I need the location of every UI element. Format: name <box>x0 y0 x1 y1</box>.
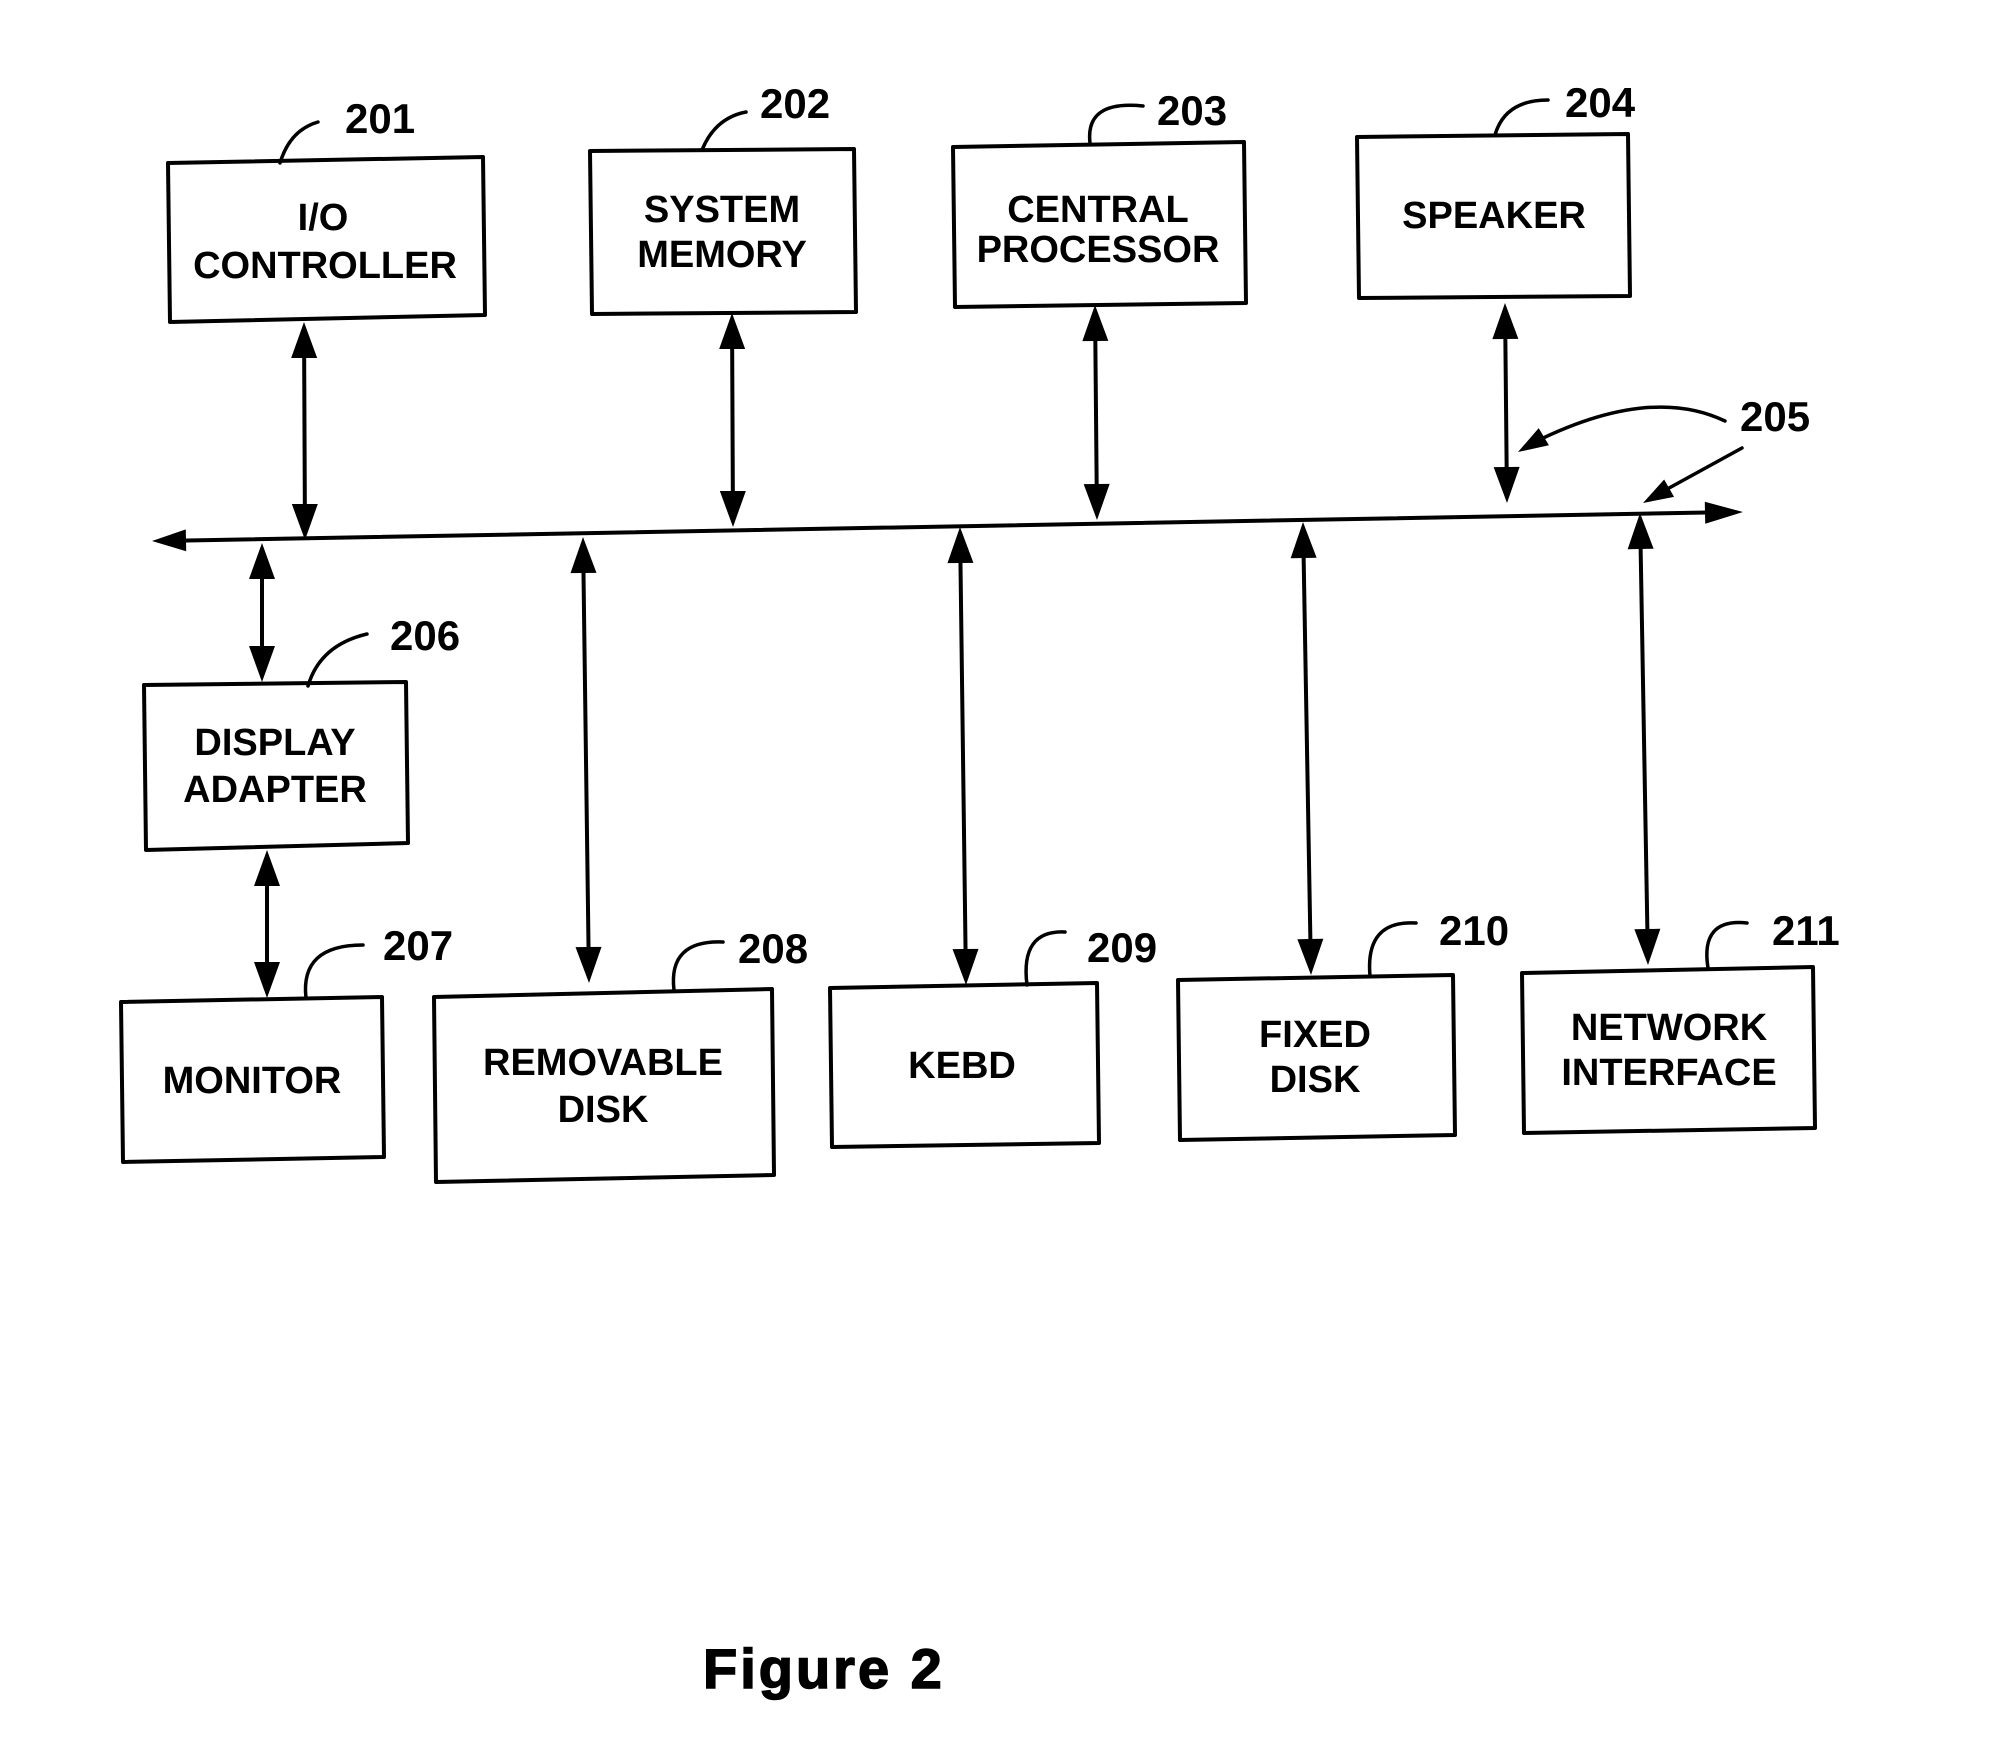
component-keyboard: 209 KEBD <box>828 924 1157 1149</box>
connection-arrowhead-fixed-disk-end <box>1297 938 1324 975</box>
io-controller-label-line-2: CONTROLLER <box>193 245 457 287</box>
central-processor-label-line-1: CENTRAL <box>1007 189 1189 231</box>
removable-disk-label-line-1: REMOVABLE <box>483 1042 723 1084</box>
component-removable-disk: 208 REMOVABLE DISK <box>432 925 808 1184</box>
speaker-reference-number: 204 <box>1565 79 1636 126</box>
system-memory-reference-number: 202 <box>760 80 830 127</box>
network-interface-reference-number: 211 <box>1772 907 1840 954</box>
display-adapter-label-line-2: ADAPTER <box>183 769 367 811</box>
fixed-disk-label-line-1: FIXED <box>1259 1014 1371 1056</box>
removable-disk-leader <box>671 940 725 992</box>
fixed-disk-leader <box>1367 921 1418 978</box>
connection-line-speaker <box>1503 332 1509 474</box>
connection-arrowhead-io-controller-start <box>291 322 318 359</box>
io-controller-label-line-1: I/O <box>298 197 349 239</box>
connection-line-network-interface <box>1638 542 1650 936</box>
removable-disk-box <box>432 987 776 1184</box>
connections <box>249 303 1661 998</box>
speaker-leader <box>1493 98 1550 137</box>
io-controller-leader <box>278 120 320 165</box>
keyboard-leader <box>1024 930 1067 987</box>
connection-line-fixed-disk <box>1301 551 1313 946</box>
component-central-processor: 203 CENTRAL PROCESSOR <box>951 87 1248 309</box>
bus-leader-arrowhead <box>1518 428 1549 452</box>
io-controller-reference-number: 201 <box>345 95 415 142</box>
system-bus: 205 <box>152 393 1810 552</box>
system-memory-box <box>588 147 858 316</box>
monitor-reference-number: 207 <box>383 922 453 969</box>
system-memory-label-line-2: MEMORY <box>637 234 807 276</box>
connection-line-central-processor <box>1093 334 1099 491</box>
connection-arrowhead-monitor-start <box>254 850 280 886</box>
display-adapter-leader <box>306 632 369 688</box>
removable-disk-label-line-2: DISK <box>558 1089 649 1131</box>
system-block-diagram: 205 201 I/O CONTROLLER 202 SYSTEM MEMORY… <box>119 79 1840 1701</box>
component-display-adapter: 206 DISPLAY ADAPTER <box>142 612 460 852</box>
central-processor-label-line-2: PROCESSOR <box>977 229 1220 271</box>
component-speaker: 204 SPEAKER <box>1355 79 1636 300</box>
network-interface-label-line-1: NETWORK <box>1571 1007 1768 1049</box>
connection-arrowhead-display-adapter-end <box>249 646 275 682</box>
keyboard-reference-number: 209 <box>1087 924 1157 971</box>
connection-arrowhead-display-adapter-start <box>249 543 275 579</box>
connection-arrowhead-speaker-start <box>1492 303 1519 340</box>
central-processor-leader <box>1087 103 1145 145</box>
component-io-controller: 201 I/O CONTROLLER <box>166 95 487 324</box>
display-adapter-box <box>142 680 410 852</box>
component-network-interface: 211 NETWORK INTERFACE <box>1520 907 1840 1135</box>
fixed-disk-box <box>1176 973 1457 1142</box>
network-interface-leader <box>1705 920 1749 970</box>
connection-line-io-controller <box>302 351 307 511</box>
component-fixed-disk: 210 FIXED DISK <box>1176 907 1509 1142</box>
system-memory-leader <box>700 110 748 152</box>
monitor-leader <box>303 943 365 1000</box>
connection-arrowhead-network-interface-start <box>1627 513 1654 550</box>
bus-leader-straight <box>1658 446 1744 495</box>
connection-arrowhead-removable-disk-end <box>575 946 602 983</box>
network-interface-box <box>1520 965 1817 1135</box>
fixed-disk-label-line-2: DISK <box>1270 1059 1361 1101</box>
connection-arrowhead-central-processor-start <box>1082 305 1109 342</box>
removable-disk-reference-number: 208 <box>738 925 808 972</box>
monitor-label-line-1: MONITOR <box>163 1060 342 1102</box>
connection-arrowhead-removable-disk-start <box>570 537 597 574</box>
fixed-disk-reference-number: 210 <box>1439 907 1509 954</box>
connection-arrowhead-system-memory-start <box>719 313 746 350</box>
bus-reference-number: 205 <box>1740 393 1810 440</box>
connection-arrowhead-central-processor-end <box>1083 483 1110 520</box>
connection-line-removable-disk <box>581 566 591 954</box>
speaker-label-line-1: SPEAKER <box>1402 195 1586 237</box>
connection-arrowhead-system-memory-end <box>719 490 746 527</box>
bus-leader-arrowhead <box>1643 479 1675 503</box>
connection-arrowhead-network-interface-end <box>1634 928 1661 965</box>
display-adapter-label-line-1: DISPLAY <box>194 722 355 764</box>
bus-arrowhead-left <box>152 529 187 552</box>
display-adapter-reference-number: 206 <box>390 612 460 659</box>
network-interface-label-line-2: INTERFACE <box>1561 1052 1776 1094</box>
bus-line <box>158 510 1737 543</box>
figure-caption: Figure 2 <box>703 1637 945 1700</box>
component-system-memory: 202 SYSTEM MEMORY <box>588 80 858 316</box>
keyboard-label-line-1: KEBD <box>908 1045 1016 1087</box>
bus-arrowhead-right <box>1704 501 1743 524</box>
system-memory-label-line-1: SYSTEM <box>644 189 800 231</box>
connection-arrowhead-keyboard-start <box>947 527 974 564</box>
io-controller-box <box>166 155 487 324</box>
connection-arrowhead-keyboard-end <box>952 948 979 985</box>
connection-arrowhead-speaker-end <box>1493 466 1520 503</box>
central-processor-reference-number: 203 <box>1157 87 1227 134</box>
connection-arrowhead-io-controller-end <box>291 503 318 540</box>
connection-arrowhead-monitor-end <box>254 962 280 998</box>
bus-leader-curve <box>1533 405 1727 444</box>
connection-line-system-memory <box>730 342 735 498</box>
connection-line-keyboard <box>958 556 968 956</box>
connection-arrowhead-fixed-disk-start <box>1290 522 1317 559</box>
component-monitor: 207 MONITOR <box>119 922 453 1164</box>
